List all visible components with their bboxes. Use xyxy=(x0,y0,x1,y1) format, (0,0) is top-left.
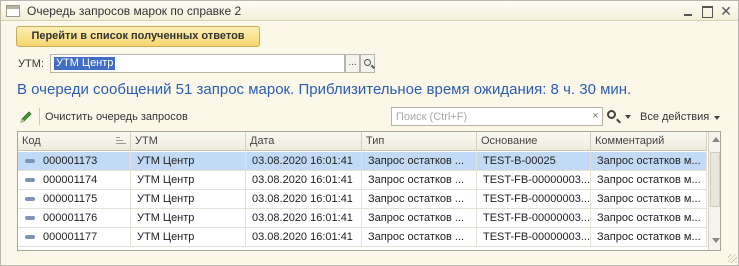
goto-responses-button[interactable]: Перейти в список полученных ответов xyxy=(16,26,260,47)
cell-utm: УТМ Центр xyxy=(131,228,246,246)
cell-basis: TEST-FB-00000003... xyxy=(477,190,591,208)
cell-date: 03.08.2020 16:01:41 xyxy=(246,209,362,227)
cell-code: 000001175 xyxy=(18,190,131,208)
utm-input[interactable]: УТМ Центр xyxy=(50,54,345,73)
cell-comment: Запрос остатков м... xyxy=(591,152,707,170)
cell-date: 03.08.2020 16:01:41 xyxy=(246,152,362,170)
all-actions-label: Все действия xyxy=(640,111,710,123)
cell-code: 000001173 xyxy=(18,152,131,170)
table-row[interactable]: 000001176 УТМ Центр 03.08.2020 16:01:41 … xyxy=(18,209,707,228)
form-icon xyxy=(6,5,20,17)
chevron-down-icon xyxy=(714,116,720,120)
main-window: Очередь запросов марок по справке 2 ✕ Пе… xyxy=(0,0,739,266)
sort-icon xyxy=(116,137,126,145)
table-row[interactable]: 000001174 УТМ Центр 03.08.2020 16:01:41 … xyxy=(18,171,707,190)
table-row[interactable]: 000001173 УТМ Центр 03.08.2020 16:01:41 … xyxy=(18,152,707,171)
cell-type: Запрос остатков ... xyxy=(362,152,477,170)
cell-utm: УТМ Центр xyxy=(131,152,246,170)
utm-value: УТМ Центр xyxy=(54,57,116,70)
utm-select-button[interactable]: ... xyxy=(345,54,360,73)
cell-date: 03.08.2020 16:01:41 xyxy=(246,190,362,208)
all-actions-menu[interactable]: Все действия xyxy=(640,111,720,123)
cell-basis: TEST-B-00025 xyxy=(477,152,591,170)
column-header-date[interactable]: Дата xyxy=(246,132,362,151)
cell-utm: УТМ Центр xyxy=(131,209,246,227)
close-button[interactable]: ✕ xyxy=(718,3,734,19)
column-header-basis[interactable]: Основание xyxy=(477,132,591,151)
cell-code: 000001177 xyxy=(18,228,131,246)
maximize-button[interactable] xyxy=(699,3,715,19)
chevron-down-icon xyxy=(625,115,631,119)
column-header-comment[interactable]: Комментарий xyxy=(591,132,707,151)
cell-date: 03.08.2020 16:01:41 xyxy=(246,228,362,246)
cell-type: Запрос остатков ... xyxy=(362,171,477,189)
cell-basis: TEST-FB-00000003... xyxy=(477,228,591,246)
toolbar-separator xyxy=(39,108,40,125)
column-header-code[interactable]: Код xyxy=(18,132,131,151)
column-header-type[interactable]: Тип xyxy=(362,132,477,151)
cell-utm: УТМ Центр xyxy=(131,171,246,189)
search-button[interactable] xyxy=(606,108,636,126)
search-placeholder: Поиск (Ctrl+F) xyxy=(396,111,468,123)
table-row[interactable]: 000001177 УТМ Центр 03.08.2020 16:01:41 … xyxy=(18,228,707,247)
cell-type: Запрос остатков ... xyxy=(362,190,477,208)
table-header: Код УТМ Дата Тип Основание Комментарий xyxy=(18,132,707,151)
cell-type: Запрос остатков ... xyxy=(362,228,477,246)
cell-comment: Запрос остатков м... xyxy=(591,171,707,189)
search-icon xyxy=(607,110,616,119)
minimize-button[interactable] xyxy=(680,3,696,19)
cell-code: 000001176 xyxy=(18,209,131,227)
queue-info-message: В очереди сообщений 51 запрос марок. При… xyxy=(17,81,632,98)
cell-comment: Запрос остатков м... xyxy=(591,190,707,208)
cell-basis: TEST-FB-00000003... xyxy=(477,209,591,227)
search-clear-button[interactable]: × xyxy=(589,107,603,126)
scroll-down-icon[interactable] xyxy=(712,238,720,243)
cell-code: 000001174 xyxy=(18,171,131,189)
cell-date: 03.08.2020 16:01:41 xyxy=(246,171,362,189)
table-scrollbar[interactable] xyxy=(708,132,720,250)
scroll-thumb[interactable] xyxy=(710,152,720,207)
resize-grip[interactable] xyxy=(728,254,737,263)
clear-queue-button[interactable]: Очистить очередь запросов xyxy=(45,111,188,123)
search-input[interactable]: Поиск (Ctrl+F) xyxy=(391,107,591,126)
cell-basis: TEST-FB-00000003... xyxy=(477,171,591,189)
cell-comment: Запрос остатков м... xyxy=(591,209,707,227)
search-icon xyxy=(364,59,371,66)
utm-label: УТМ: xyxy=(18,58,44,70)
utm-open-button[interactable] xyxy=(360,54,375,73)
window-title: Очередь запросов марок по справке 2 xyxy=(27,4,242,18)
cell-type: Запрос остатков ... xyxy=(362,209,477,227)
table-row[interactable]: 000001175 УТМ Центр 03.08.2020 16:01:41 … xyxy=(18,190,707,209)
cell-utm: УТМ Центр xyxy=(131,190,246,208)
cell-comment: Запрос остатков м... xyxy=(591,228,707,246)
column-header-utm[interactable]: УТМ xyxy=(131,132,246,151)
requests-table: Код УТМ Дата Тип Основание Комментарий 0… xyxy=(17,131,721,251)
pencil-icon[interactable] xyxy=(19,110,33,124)
scroll-up-icon[interactable] xyxy=(712,137,720,142)
title-bar: Очередь запросов марок по справке 2 ✕ xyxy=(1,1,738,21)
